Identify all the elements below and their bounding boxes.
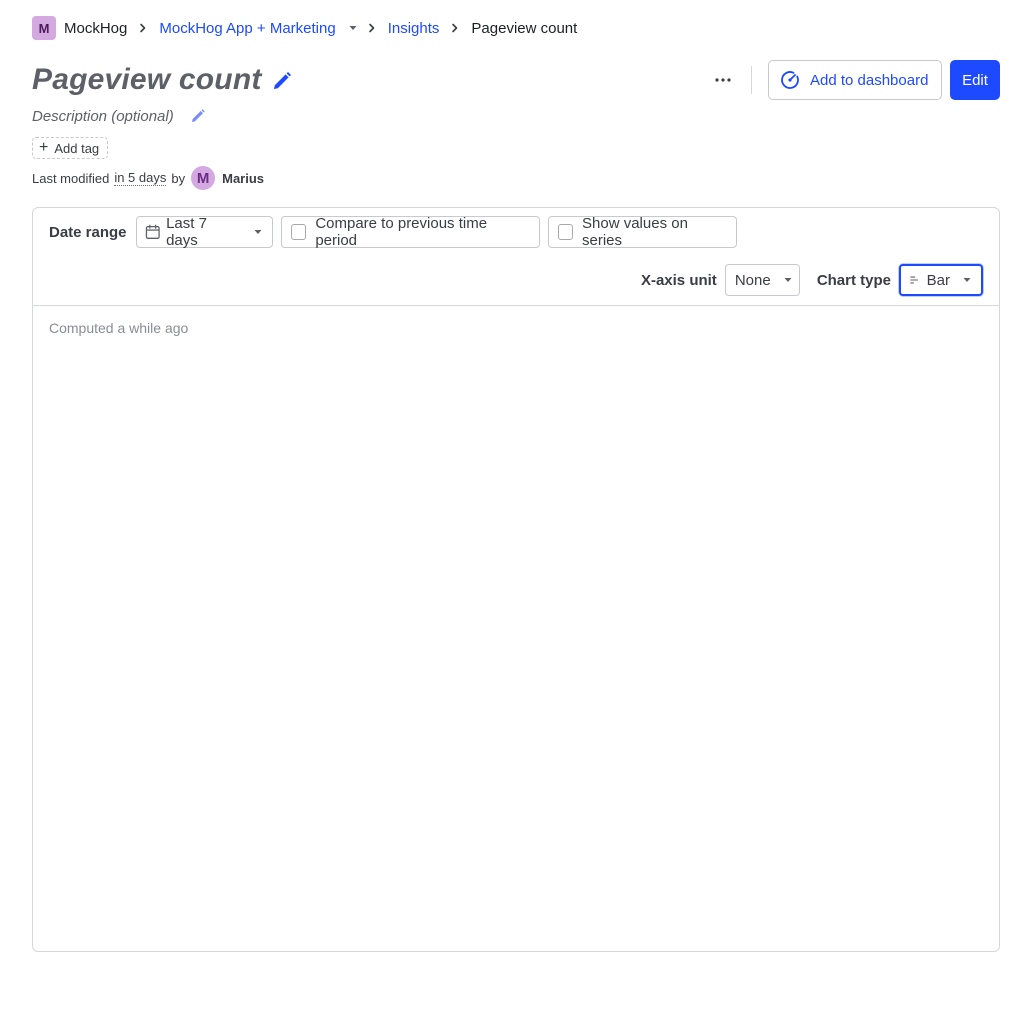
- x-axis-unit-select[interactable]: None: [724, 264, 800, 296]
- caret-down-icon: [962, 275, 972, 285]
- org-avatar: M: [32, 16, 56, 40]
- insight-controls: Date range Last 7 days Compare to previo…: [33, 208, 999, 306]
- show-values-label: Show values on series: [582, 215, 688, 249]
- breadcrumb-project-name[interactable]: MockHog App + Marketing: [159, 20, 335, 37]
- computed-status: Computed a while ago: [49, 320, 189, 336]
- add-to-dashboard-label: Add to dashboard: [810, 71, 929, 89]
- chevron-right-icon: [127, 23, 159, 33]
- breadcrumb-current: Pageview count: [471, 19, 578, 37]
- edit-button[interactable]: Edit: [950, 60, 1000, 100]
- breadcrumb-insights[interactable]: Insights: [388, 20, 440, 37]
- chart-type-select[interactable]: Bar: [899, 264, 983, 296]
- caret-down-icon: [783, 275, 793, 285]
- filters-row: Date range Last 7 days Compare to previo…: [49, 215, 737, 249]
- modified-time: in 5 days: [114, 170, 167, 186]
- ellipsis-icon: [715, 78, 731, 82]
- plus-icon: +: [39, 139, 49, 156]
- user-name: Marius: [222, 170, 265, 186]
- page-title[interactable]: Pageview count: [32, 60, 262, 100]
- date-range-label: Date range: [49, 223, 127, 241]
- modified-prefix: Last modified: [32, 170, 110, 186]
- show-values-checkbox[interactable]: [557, 224, 574, 240]
- x-axis-label: X-axis unit: [640, 271, 717, 289]
- caret-down-icon: [253, 227, 263, 237]
- breadcrumb: M MockHog MockHog App + Marketing Insigh…: [32, 16, 577, 40]
- more-options-button[interactable]: [706, 66, 740, 94]
- bar-chart-icon: [910, 276, 918, 284]
- add-tag-button[interactable]: + Add tag: [32, 137, 109, 159]
- chevron-right-icon: [439, 23, 471, 33]
- breadcrumb-project[interactable]: MockHog App + Marketing: [159, 20, 357, 37]
- chart-type-label: Chart type: [816, 271, 891, 289]
- compare-toggle[interactable]: Compare to previous time period: [280, 215, 540, 249]
- avatar: M: [191, 166, 216, 190]
- add-tag-label: Add tag: [54, 140, 100, 156]
- last-modified: Last modified in 5 days by M Marius: [32, 166, 264, 190]
- display-row: X-axis unit None Chart type Bar: [641, 264, 983, 296]
- pencil-icon[interactable]: [270, 69, 294, 93]
- add-to-dashboard-button[interactable]: Add to dashboard: [768, 60, 942, 100]
- compare-checkbox[interactable]: [290, 224, 307, 240]
- divider: [751, 66, 752, 94]
- breadcrumb-org-name[interactable]: MockHog: [64, 20, 127, 37]
- show-values-toggle[interactable]: Show values on series: [547, 215, 737, 249]
- date-range-select[interactable]: Last 7 days: [135, 215, 273, 249]
- breadcrumb-org[interactable]: M MockHog: [32, 16, 127, 40]
- modified-by: by: [171, 170, 186, 186]
- gauge-icon: [781, 71, 799, 89]
- pencil-icon[interactable]: [189, 107, 207, 125]
- description-field[interactable]: Description (optional): [32, 107, 174, 127]
- compare-label: Compare to previous time period: [315, 215, 488, 249]
- date-range-value: Last 7 days: [166, 215, 207, 249]
- calendar-icon: [145, 224, 160, 239]
- chevron-right-icon: [356, 23, 388, 33]
- insight-card: Date range Last 7 days Compare to previo…: [32, 207, 1000, 952]
- chart-type-value: Bar: [926, 271, 950, 289]
- x-axis-value: None: [734, 271, 771, 289]
